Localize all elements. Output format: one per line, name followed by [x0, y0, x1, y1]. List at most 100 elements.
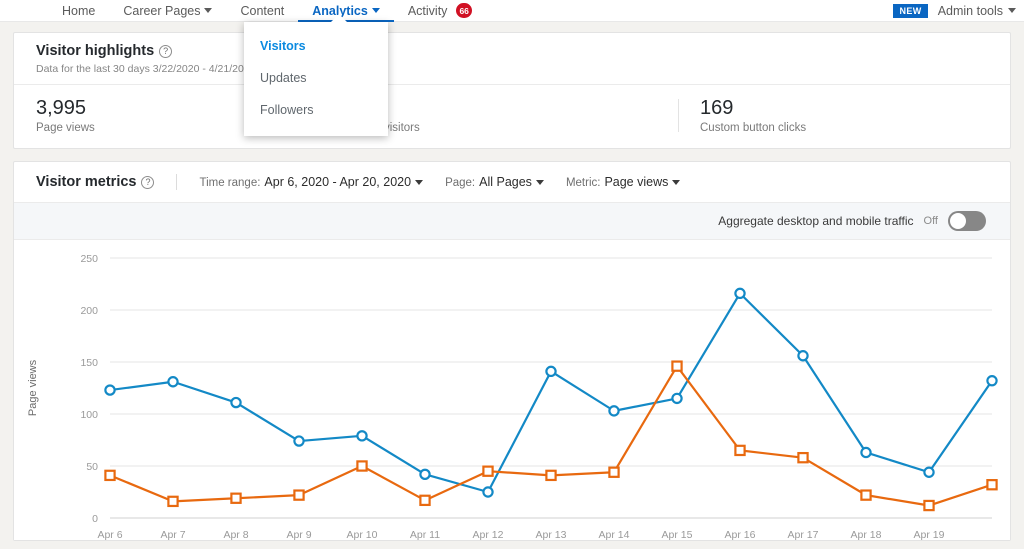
aggregate-traffic-row: Aggregate desktop and mobile traffic Off [14, 203, 1010, 240]
data-point-marker[interactable] [608, 466, 620, 478]
data-point-marker[interactable] [104, 469, 116, 482]
data-point-marker[interactable] [671, 360, 683, 372]
x-axis-tick-label: Apr 14 [599, 529, 630, 540]
activity-count-badge: 66 [456, 3, 472, 18]
visitor-highlights-header: Visitor highlights ? Data for the last 3… [14, 33, 1010, 85]
metric-value: 169 [700, 97, 734, 119]
y-axis-tick-label: 50 [86, 461, 98, 473]
data-point-marker[interactable] [986, 479, 998, 491]
data-point-marker[interactable] [167, 495, 179, 508]
data-point-marker[interactable] [986, 375, 998, 387]
data-point-marker[interactable] [104, 384, 116, 396]
y-axis-tick-label: 100 [80, 409, 98, 421]
nav-item-label: Career Pages [123, 3, 201, 18]
chevron-down-icon [371, 8, 380, 13]
x-axis-tick-label: Apr 9 [286, 529, 311, 540]
data-point-marker[interactable] [797, 350, 809, 362]
divider [176, 174, 178, 190]
data-point-marker[interactable] [734, 287, 746, 300]
data-point-marker[interactable] [923, 466, 935, 478]
x-axis-tick-label: Apr 17 [788, 529, 819, 540]
nav-items: Home Career Pages Content Analytics Activity… [48, 0, 486, 22]
nav-item-career-pages[interactable]: Career Pages [109, 0, 226, 22]
series-line [108, 365, 994, 507]
data-point-marker[interactable] [734, 444, 746, 457]
chevron-down-icon [1008, 8, 1016, 13]
nav-item-label: Content [240, 3, 285, 18]
metric-label: Custom button clicks [700, 122, 807, 134]
section-title: Visitor metrics [36, 174, 137, 190]
aggregate-toggle-switch[interactable] [948, 211, 986, 231]
chevron-down-icon [672, 179, 681, 185]
visitor-metrics-title-row: Visitor metrics ? [36, 174, 176, 190]
filter-value: Apr 6, 2020 - Apr 20, 2020 [264, 175, 412, 189]
data-point-marker[interactable] [671, 392, 683, 405]
data-point-marker[interactable] [482, 465, 494, 477]
visitor-metrics-chart: 0 50 100 150 200 250 Page views Apr 6 Apr 7 Apr 8… [14, 240, 1010, 540]
data-point-marker[interactable] [860, 446, 872, 459]
x-axis-tick-label: Apr 19 [914, 529, 945, 540]
nav-right-group: NEW Admin tools [893, 0, 1016, 22]
data-point-marker[interactable] [923, 499, 935, 512]
x-axis-tick-label: Apr 8 [223, 529, 248, 540]
toggle-knob [950, 213, 966, 229]
data-point-marker[interactable] [797, 451, 809, 464]
admin-tools-menu[interactable]: Admin tools [938, 4, 1016, 18]
metric-label: ue visitors [368, 122, 420, 134]
visitor-metrics-header: Visitor metrics ? Time range: Apr 6, 2020… [14, 162, 1010, 203]
data-point-marker[interactable] [545, 469, 557, 482]
data-point-marker[interactable] [167, 376, 179, 388]
filter-key: Page: [445, 177, 476, 189]
analytics-dropdown-menu[interactable]: Visitors Updates Followers [244, 14, 388, 136]
x-axis-tick-label: Apr 18 [851, 529, 882, 540]
page-content: Visitor highlights ? Data for the last 3… [0, 22, 1024, 541]
y-axis-tick-label: 250 [80, 253, 98, 265]
x-axis-tick-label: Apr 7 [160, 529, 185, 540]
nav-item-activity[interactable]: Activity 66 [394, 0, 486, 22]
x-axis-tick-label: Apr 13 [536, 529, 567, 540]
data-point-marker[interactable] [230, 396, 242, 409]
filter-timerange[interactable]: Time range: Apr 6, 2020 - Apr 20, 2020 [199, 175, 424, 189]
data-point-marker[interactable] [293, 489, 305, 501]
chevron-down-icon [415, 179, 424, 185]
filter-metric[interactable]: Metric: Page views [565, 175, 681, 189]
dropdown-item-followers[interactable]: Followers [244, 94, 388, 126]
y-axis-tick-label: 200 [80, 305, 98, 317]
question-mark-icon[interactable]: ? [141, 175, 155, 189]
nav-item-label: Activity [407, 3, 448, 18]
data-point-marker[interactable] [356, 430, 368, 442]
nav-item-home[interactable]: Home [48, 0, 109, 22]
chevron-down-icon [204, 8, 213, 13]
nav-item-content[interactable]: Content [226, 0, 298, 22]
visitor-metrics-card: Visitor metrics ? Time range: Apr 6, 2020… [13, 161, 1011, 541]
filter-key: Metric: [565, 177, 601, 189]
data-point-marker[interactable] [293, 435, 305, 447]
x-axis-tick-label: Apr 12 [473, 529, 504, 540]
chevron-down-icon [535, 179, 544, 185]
visitor-highlights-card: Visitor highlights ? Data for the last 3… [13, 32, 1011, 149]
y-axis-tick-label: 0 [92, 513, 98, 525]
visitor-highlights-title-row: Visitor highlights ? [36, 43, 988, 59]
data-point-marker[interactable] [419, 494, 431, 507]
data-point-marker[interactable] [860, 489, 872, 501]
y-axis-tick-label: 150 [80, 357, 98, 369]
data-point-marker[interactable] [482, 486, 494, 498]
data-point-marker[interactable] [608, 405, 620, 417]
x-axis-tick-label: Apr 11 [410, 529, 440, 540]
page-title: Visitor highlights [36, 43, 155, 59]
x-axis-tick-label: Apr 15 [662, 529, 693, 540]
data-point-marker[interactable] [230, 492, 242, 504]
data-point-marker[interactable] [356, 460, 368, 472]
data-point-marker[interactable] [545, 365, 557, 378]
filter-value: All Pages [479, 175, 532, 189]
filter-page[interactable]: Page: All Pages [445, 175, 544, 189]
aggregate-toggle-label: Aggregate desktop and mobile traffic [718, 214, 914, 228]
dropdown-item-updates[interactable]: Updates [244, 62, 388, 94]
aggregate-toggle-state: Off [923, 215, 938, 227]
metric-value: 4 [368, 97, 656, 120]
visitor-highlights-metrics: 3,995Page views4ue visitors169Custom but… [14, 85, 1010, 148]
data-point-marker[interactable] [419, 468, 431, 481]
series-line [108, 292, 994, 494]
question-mark-icon[interactable]: ? [159, 44, 173, 58]
dropdown-item-visitors[interactable]: Visitors [244, 30, 388, 62]
